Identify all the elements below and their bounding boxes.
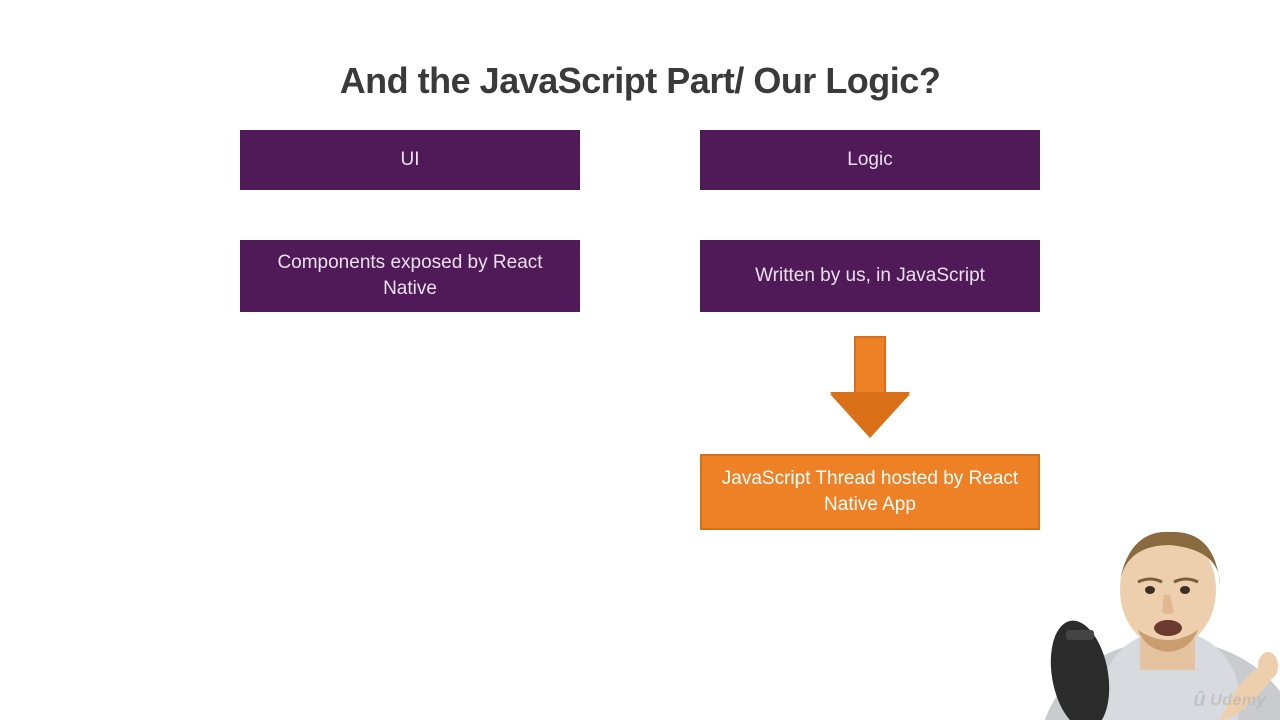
slide-title: And the JavaScript Part/ Our Logic?	[0, 60, 1280, 102]
ui-header-box: UI	[240, 130, 580, 190]
column-ui: UI Components exposed by React Native	[240, 130, 580, 530]
watermark-logo-icon: û	[1193, 689, 1206, 712]
watermark-text: Udemy	[1210, 692, 1266, 710]
diagram-columns: UI Components exposed by React Native Lo…	[0, 130, 1280, 530]
presenter-webcam	[1020, 490, 1280, 720]
ui-header-text: UI	[401, 147, 420, 173]
watermark: û Udemy	[1193, 689, 1266, 712]
logic-sub-box: Written by us, in JavaScript	[700, 240, 1040, 312]
logic-result-text: JavaScript Thread hosted by React Native…	[718, 466, 1022, 517]
arrow-down-icon	[834, 336, 906, 436]
logic-header-box: Logic	[700, 130, 1040, 190]
column-logic: Logic Written by us, in JavaScript JavaS…	[700, 130, 1040, 530]
logic-header-text: Logic	[847, 147, 892, 173]
logic-result-box: JavaScript Thread hosted by React Native…	[700, 454, 1040, 530]
ui-sub-box: Components exposed by React Native	[240, 240, 580, 312]
ui-sub-text: Components exposed by React Native	[256, 250, 564, 301]
logic-sub-text: Written by us, in JavaScript	[755, 263, 985, 289]
